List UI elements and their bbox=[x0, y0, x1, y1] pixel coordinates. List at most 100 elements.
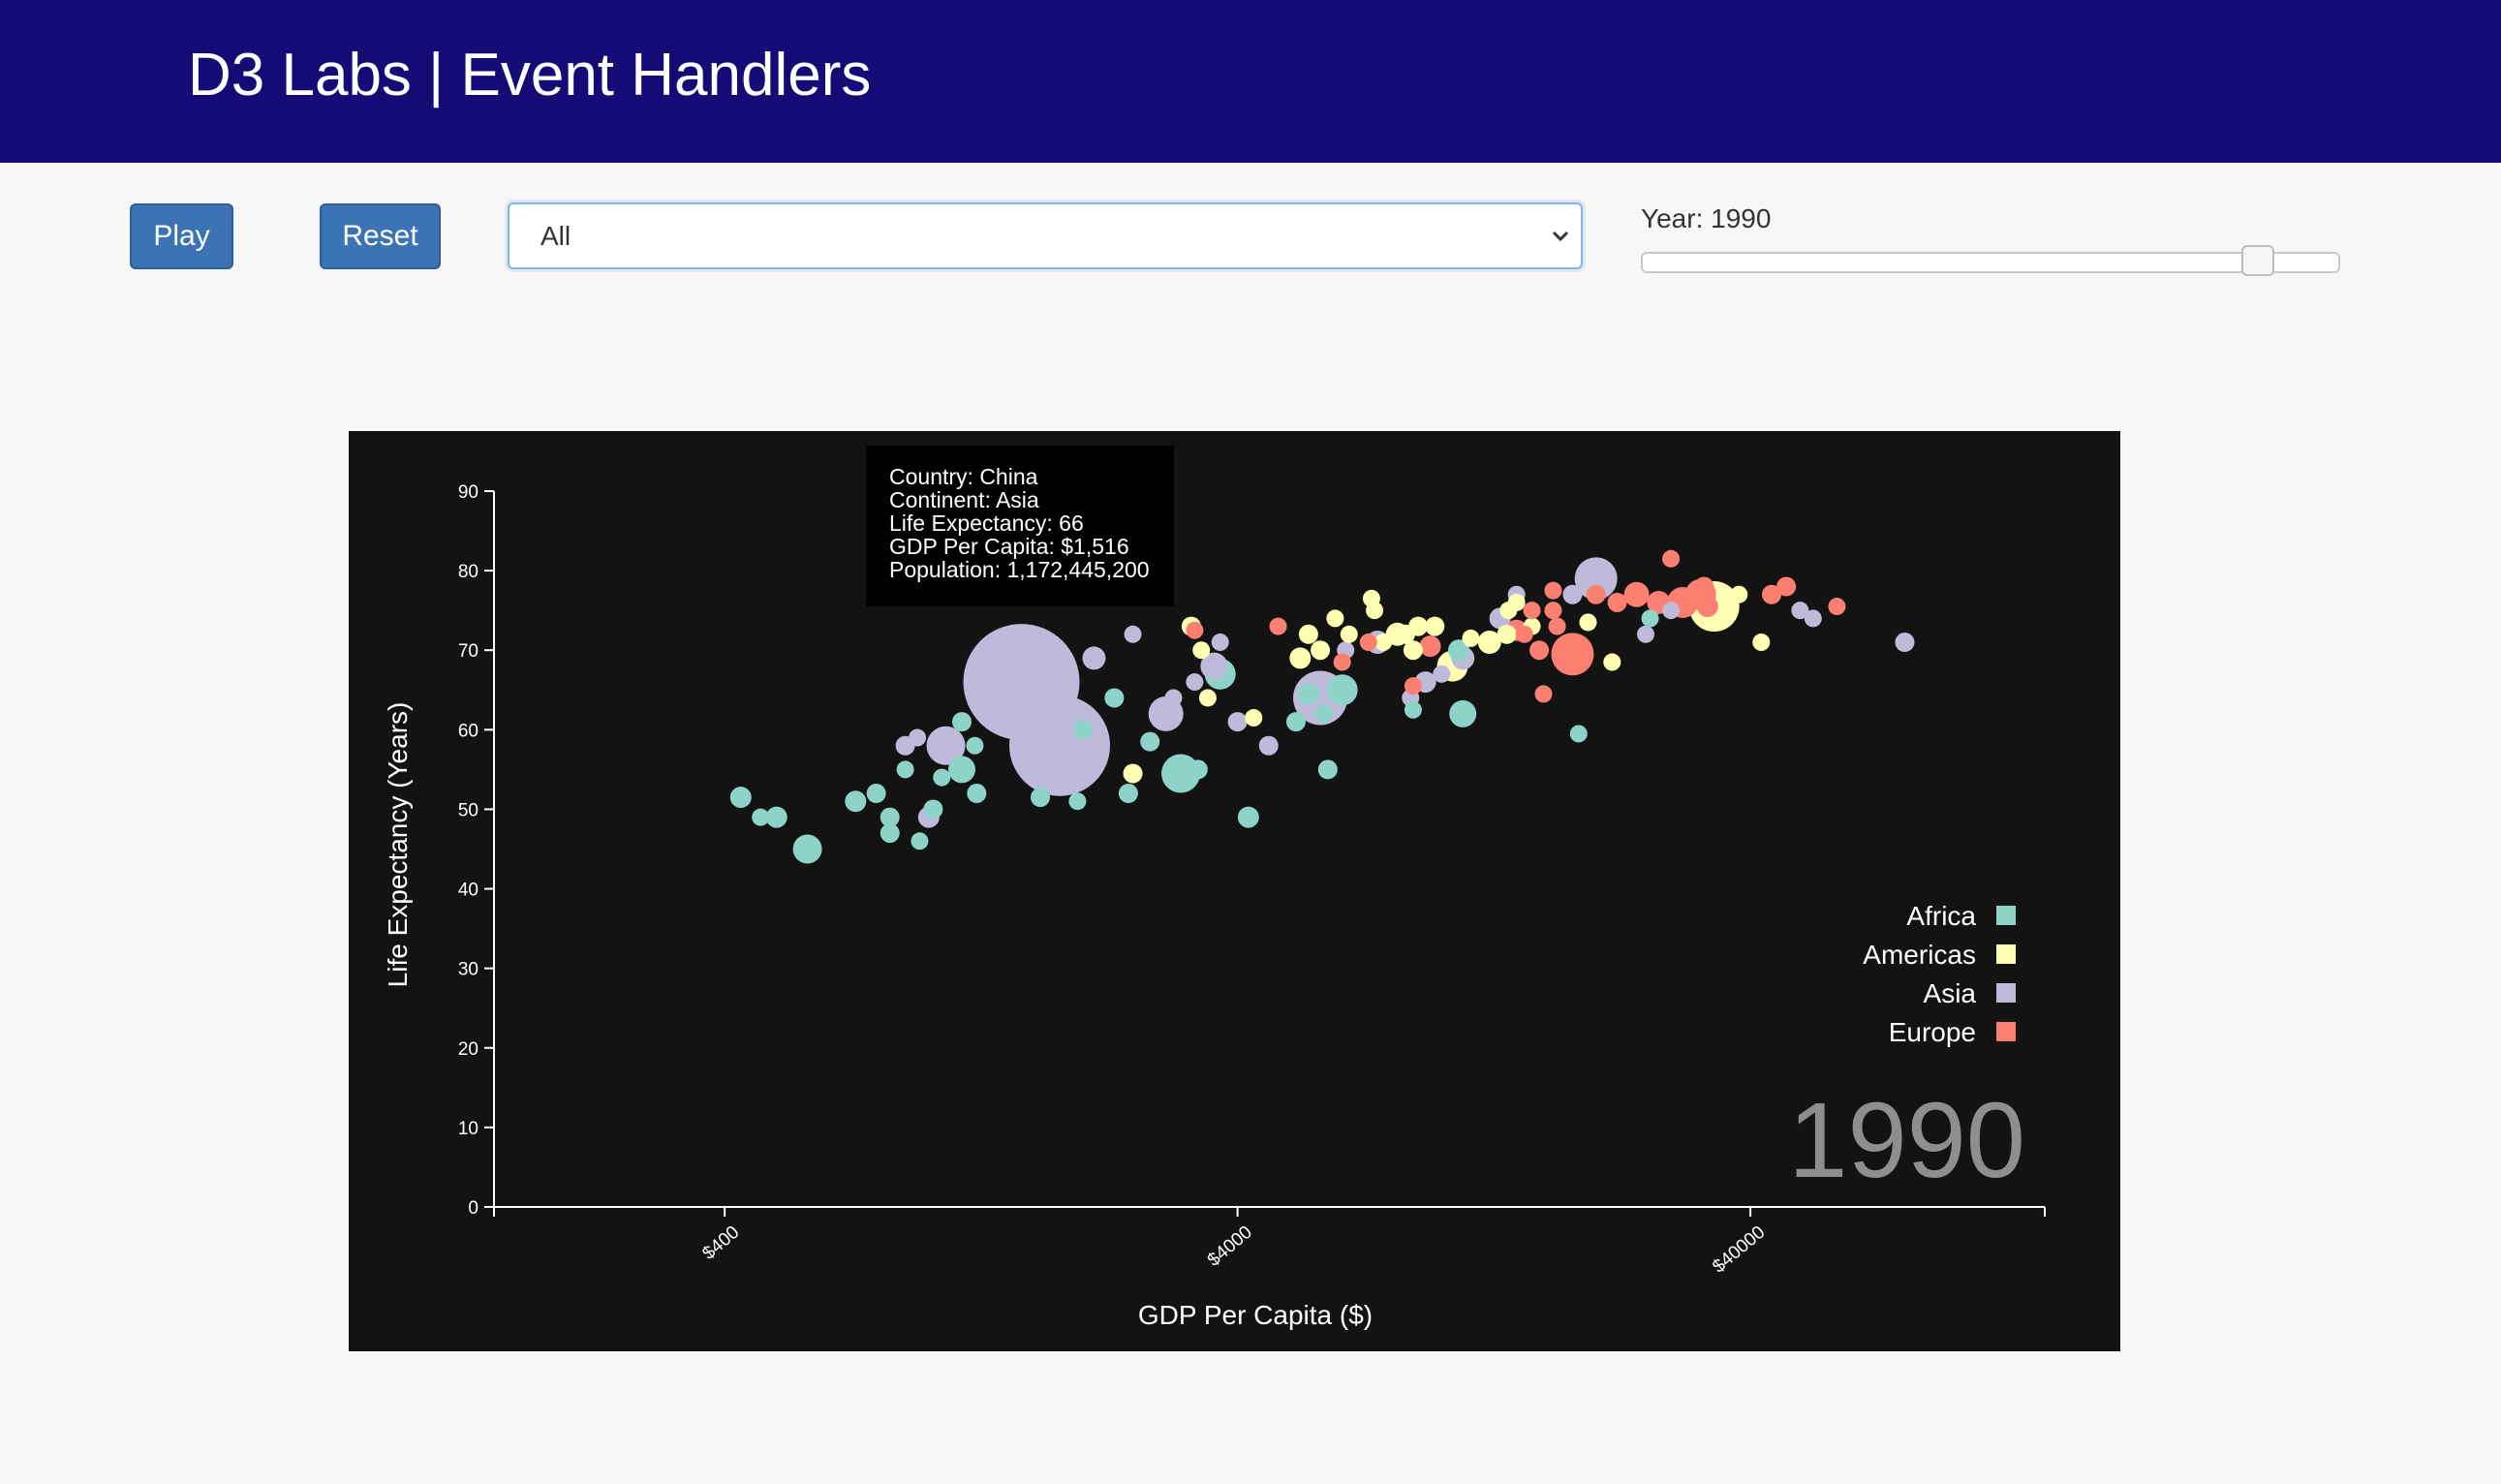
y-tick-label: 0 bbox=[468, 1198, 479, 1219]
data-point bbox=[1186, 621, 1204, 639]
data-point bbox=[1297, 683, 1319, 705]
data-point bbox=[1408, 616, 1429, 636]
data-point bbox=[1333, 653, 1351, 671]
y-tick-label: 50 bbox=[458, 800, 479, 820]
data-point bbox=[1569, 725, 1588, 743]
data-point bbox=[866, 784, 886, 804]
data-point bbox=[1359, 634, 1377, 652]
y-tick-label: 10 bbox=[458, 1119, 479, 1139]
year-slider[interactable] bbox=[1641, 245, 2340, 276]
data-point bbox=[1198, 689, 1217, 707]
slider-handle[interactable] bbox=[2241, 245, 2274, 276]
data-point bbox=[923, 799, 943, 819]
data-point bbox=[1548, 617, 1566, 635]
data-point bbox=[933, 768, 951, 787]
year-watermark: 1990 bbox=[1788, 1081, 2025, 1200]
continent-select[interactable]: All bbox=[508, 202, 1583, 269]
data-point bbox=[1534, 685, 1553, 703]
y-tick-label: 70 bbox=[458, 641, 479, 662]
data-point bbox=[729, 787, 752, 809]
data-point bbox=[1804, 609, 1822, 628]
data-point bbox=[1140, 731, 1160, 752]
data-point bbox=[1419, 635, 1441, 658]
data-point bbox=[1404, 677, 1422, 696]
data-point bbox=[1186, 673, 1204, 692]
tooltip-country: Country: China bbox=[889, 464, 1038, 489]
data-point bbox=[909, 728, 927, 747]
data-point bbox=[1579, 613, 1597, 632]
data-point bbox=[967, 784, 987, 804]
legend-swatch bbox=[1996, 906, 2016, 925]
data-point bbox=[1562, 584, 1583, 604]
tooltip-gdp: GDP Per Capita: $1,516 bbox=[889, 534, 1129, 559]
y-tick-label: 80 bbox=[458, 562, 479, 582]
data-point bbox=[1326, 609, 1344, 628]
data-point bbox=[1403, 640, 1423, 661]
data-point bbox=[1641, 609, 1659, 628]
data-point bbox=[1289, 647, 1312, 669]
reset-button[interactable]: Reset bbox=[320, 203, 441, 269]
data-point bbox=[1662, 602, 1681, 620]
data-point bbox=[1374, 634, 1393, 652]
data-point bbox=[1362, 589, 1380, 607]
tooltip-life-expectancy: Life Expectancy: 66 bbox=[889, 510, 1084, 536]
data-point bbox=[1326, 674, 1358, 706]
y-tick-label: 40 bbox=[458, 881, 479, 901]
data-point bbox=[1314, 704, 1333, 723]
data-point bbox=[1636, 625, 1654, 643]
data-point bbox=[1124, 625, 1142, 643]
data-point bbox=[1529, 640, 1550, 661]
data-point bbox=[752, 808, 770, 826]
legend-label: Europe bbox=[1889, 1017, 1976, 1047]
tooltip-population: Population: 1,172,445,200 bbox=[889, 557, 1150, 582]
year-label: Year: 1990 bbox=[1641, 203, 1772, 233]
data-point bbox=[1523, 602, 1541, 620]
data-point bbox=[1425, 616, 1445, 636]
data-point bbox=[1340, 625, 1358, 643]
data-point bbox=[880, 807, 900, 827]
x-tick-label: $4000 bbox=[1204, 1222, 1256, 1271]
data-point bbox=[1118, 784, 1138, 804]
chevron-down-icon bbox=[1552, 231, 1569, 242]
data-point bbox=[1694, 576, 1714, 597]
legend-swatch bbox=[1996, 983, 2016, 1003]
data-point bbox=[1211, 634, 1229, 652]
data-point bbox=[1298, 624, 1318, 644]
data-point bbox=[1269, 617, 1287, 635]
navbar: D3 Labs | Event Handlers bbox=[0, 0, 2501, 163]
y-tick-label: 60 bbox=[458, 721, 479, 741]
page-title: D3 Labs | Event Handlers bbox=[188, 42, 872, 108]
y-tick-label: 20 bbox=[458, 1039, 479, 1060]
data-point bbox=[792, 834, 822, 864]
x-tick-label: $400 bbox=[698, 1222, 743, 1264]
data-point bbox=[1497, 624, 1517, 644]
data-point bbox=[1752, 634, 1771, 652]
data-point bbox=[1104, 688, 1125, 708]
data-point bbox=[1730, 585, 1748, 603]
data-point bbox=[1603, 653, 1621, 671]
data-point bbox=[1776, 576, 1797, 597]
data-point bbox=[966, 736, 984, 755]
data-point bbox=[1462, 629, 1480, 647]
continent-select-value: All bbox=[540, 221, 571, 251]
data-point bbox=[1551, 633, 1594, 676]
y-axis: 0 10 20 30 40 50 60 70 80 90 bbox=[458, 482, 495, 1219]
play-button[interactable]: Play bbox=[130, 203, 233, 269]
data-point bbox=[1317, 759, 1338, 780]
scatter-chart: 0 10 20 30 40 50 60 70 80 90 $400 $4000 $40000 1990… bbox=[383, 482, 2046, 1330]
data-point bbox=[1828, 598, 1846, 616]
tooltip-continent: Continent: Asia bbox=[889, 487, 1039, 512]
data-point bbox=[1245, 709, 1263, 727]
data-point bbox=[1008, 695, 1110, 796]
legend-swatch bbox=[1996, 944, 2016, 964]
slider-track[interactable] bbox=[1641, 252, 2340, 273]
data-point bbox=[947, 756, 975, 784]
legend-label: Americas bbox=[1863, 940, 1976, 970]
tooltip-marker bbox=[1019, 608, 1034, 621]
data-point bbox=[1030, 788, 1050, 808]
data-point bbox=[1227, 712, 1248, 732]
legend-swatch bbox=[1996, 1022, 2016, 1041]
data-point bbox=[951, 712, 972, 732]
data-point bbox=[1285, 712, 1306, 732]
data-point bbox=[1433, 665, 1451, 683]
